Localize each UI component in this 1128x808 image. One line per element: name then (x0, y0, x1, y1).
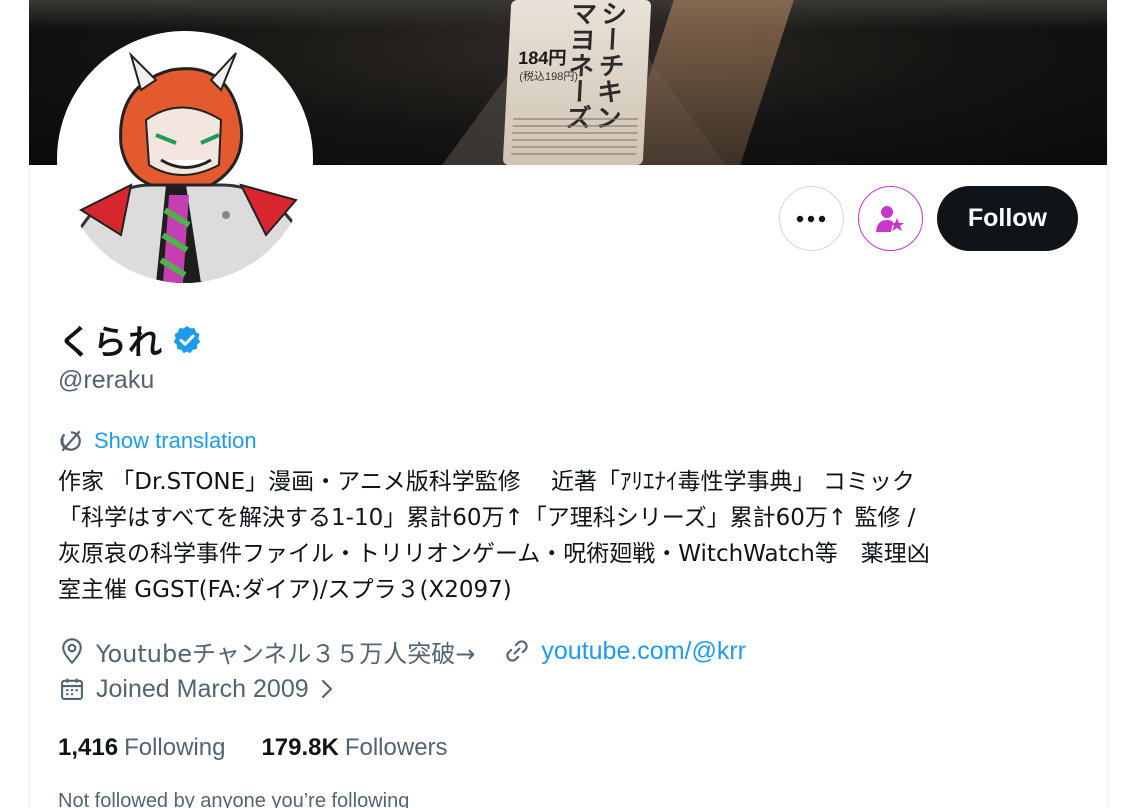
website-item[interactable]: youtube.com/@krr (503, 637, 746, 666)
profile-meta: Youtubeチャンネル３５万人突破→ youtube.com/@krr Joi… (58, 632, 774, 708)
bio-line: 室主催 GGST(FA:ダイア)/スプラ３(X2097) (58, 577, 512, 603)
banner-product-label: 184円 (税込198円) シーチキンマヨネーズ (502, 0, 652, 165)
following-stat[interactable]: 1,416 Following (58, 734, 225, 762)
name-row: くられ (58, 315, 203, 364)
person-star-icon (876, 205, 905, 232)
chevron-right-icon (321, 679, 332, 699)
calendar-icon (61, 678, 83, 700)
joined-item[interactable]: Joined March 2009 (58, 675, 335, 704)
profile-bio: 作家 「Dr.STONE」漫画・アニメ版科学監修 近著「ｱﾘｴﾅｲ毒性学事典」 … (58, 464, 1088, 608)
bio-line: 作家 「Dr.STONE」漫画・アニメ版科学監修 近著「ｱﾘｴﾅｲ毒性学事典」 … (58, 469, 915, 495)
banner-fineprint (511, 118, 639, 158)
translate-link[interactable]: Show translation (58, 428, 257, 454)
follow-stats: 1,416 Following 179.8K Followers (58, 734, 448, 762)
followers-label: Followers (344, 734, 448, 761)
meta-row-2: Joined March 2009 (58, 670, 774, 708)
location-item: Youtubeチャンネル３５万人突破→ (58, 634, 475, 669)
translate-label: Show translation (94, 428, 257, 453)
more-button[interactable] (778, 186, 844, 251)
profile-actions: Follow (778, 186, 1078, 251)
bio-line: 灰原哀の科学事件ファイル・トリリオンゲーム・呪術廻戦・WitchWatch等 薬… (58, 541, 930, 567)
translate-icon (60, 430, 81, 452)
joined-text: Joined March 2009 (96, 674, 309, 703)
follow-button[interactable]: Follow (936, 186, 1078, 251)
subscribe-button[interactable] (857, 186, 923, 251)
avatar-illustration (61, 35, 309, 283)
user-handle: @reraku (58, 366, 155, 394)
link-icon (506, 640, 529, 662)
display-name: くられ (58, 323, 163, 363)
meta-row-1: Youtubeチャンネル３５万人突破→ youtube.com/@krr (58, 632, 774, 670)
location-pin-icon (62, 638, 82, 665)
following-label: Following (124, 734, 226, 761)
location-text: Youtubeチャンネル３５万人突破→ (96, 639, 476, 668)
followers-stat[interactable]: 179.8K Followers (261, 734, 447, 762)
bio-line: 「科学はすべてを解決する1-10」累計60万↑「ア理科シリーズ」累計60万↑ 監… (58, 505, 916, 531)
website-link[interactable]: youtube.com/@krr (541, 637, 746, 666)
avatar[interactable] (57, 31, 313, 287)
more-dots-icon (797, 215, 826, 222)
followed-by-note: Not followed by anyone you’re following (58, 790, 410, 808)
banner-product-text: シーチキンマヨネーズ (560, 0, 628, 130)
banner-price: 184円 (517, 48, 567, 68)
verified-badge-icon[interactable] (171, 324, 203, 356)
followers-count: 179.8K (261, 734, 339, 761)
following-count: 1,416 (58, 734, 119, 761)
